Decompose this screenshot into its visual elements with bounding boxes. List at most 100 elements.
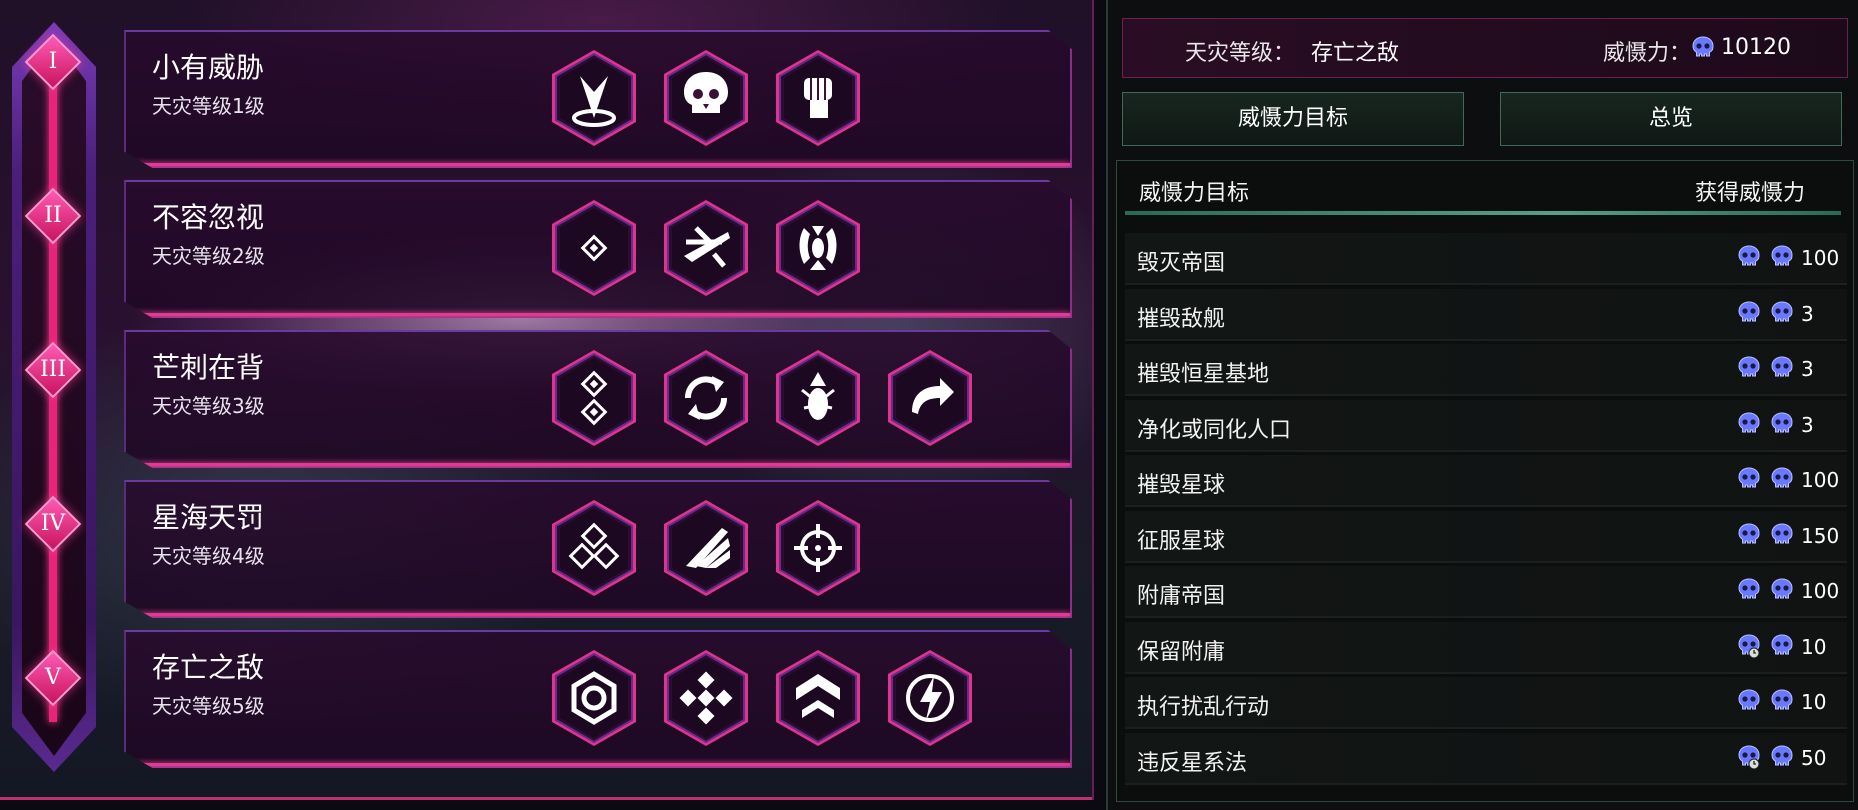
tier-card-1[interactable]: 小有威胁天灾等级1级: [124, 30, 1072, 168]
table-row[interactable]: 保留附庸 10: [1125, 621, 1847, 674]
target-name: 附庸帝国: [1137, 584, 1226, 609]
menace-gain-value: 3: [1801, 301, 1814, 326]
tier-gem-3[interactable]: III: [24, 341, 82, 399]
tier-gem-5[interactable]: V: [24, 649, 82, 707]
table-row[interactable]: 摧毁恒星基地 3: [1125, 344, 1847, 396]
tier-subtitle: 天灾等级4级: [152, 544, 265, 568]
skull-icon: [1769, 577, 1795, 607]
skull-icon: [1769, 244, 1795, 274]
table-row[interactable]: 摧毁星球 100: [1125, 455, 1847, 507]
tier-subtitle: 天灾等级5级: [152, 694, 265, 718]
table-row[interactable]: 执行扰乱行动 10: [1125, 677, 1847, 729]
tier-card-4[interactable]: 星海天罚天灾等级4级: [124, 480, 1072, 618]
target-name: 净化或同化人口: [1137, 417, 1292, 443]
skull-timed-icon: [1736, 744, 1762, 774]
menace-gain-value: 3: [1801, 357, 1814, 381]
skull-icon: [1769, 466, 1795, 496]
tier-subtitle: 天灾等级3级: [152, 394, 265, 418]
skull-icon: [1769, 355, 1795, 385]
tier-numeral: III: [39, 357, 67, 382]
skull-icon: [1769, 522, 1795, 552]
skull-icon: [1769, 411, 1795, 441]
tier-title: 不容忽视: [152, 201, 265, 234]
target-name: 毁灭帝国: [1137, 251, 1226, 276]
tier-numeral: II: [44, 203, 62, 228]
spike-target-icon[interactable]: [550, 48, 638, 148]
tier-gem-4[interactable]: IV: [24, 495, 82, 553]
double-diamond-icon[interactable]: [550, 348, 638, 448]
menace-gain-value: 100: [1801, 246, 1839, 270]
tier-numeral: V: [45, 665, 61, 690]
crisis-level-label: 天灾等级：: [1185, 41, 1296, 66]
col-gain-header: 获得威慑力: [1694, 181, 1805, 206]
bomb-icon[interactable]: [774, 348, 862, 448]
skull-icon: [1736, 577, 1762, 607]
target-name: 保留附庸: [1137, 639, 1226, 665]
tier-gem-1[interactable]: I: [24, 33, 82, 91]
menace-skull-icon: [1690, 35, 1716, 65]
table-row[interactable]: 摧毁敌舰 3: [1125, 288, 1847, 341]
target-name: 征服星球: [1137, 528, 1226, 554]
cycle-arrows-icon[interactable]: [662, 348, 750, 448]
tier-gem-2[interactable]: II: [24, 187, 82, 245]
target-name: 执行扰乱行动: [1137, 695, 1270, 720]
triple-diamond-icon[interactable]: [550, 498, 638, 598]
table-row[interactable]: 征服星球 150: [1125, 510, 1847, 563]
menace-targets-table: 威慑力目标 获得威慑力 毁灭帝国 100 摧毁敌舰 3 摧毁恒星基地 3 净化或同化人口 3 摧…: [1116, 160, 1854, 802]
lightning-icon[interactable]: [886, 648, 974, 748]
table-row[interactable]: 毁灭帝国 100: [1125, 233, 1847, 285]
menace-gain-value: 3: [1801, 412, 1814, 437]
chevron-rank-icon[interactable]: [774, 648, 862, 748]
target-name: 摧毁恒星基地: [1137, 362, 1270, 387]
crosshair-icon[interactable]: [774, 498, 862, 598]
skull-icon[interactable]: [662, 48, 750, 148]
skull-icon: [1736, 411, 1762, 441]
col-target-header: 威慑力目标: [1139, 181, 1250, 206]
tier-divider: [126, 613, 1070, 616]
table-header: 威慑力目标 获得威慑力: [1117, 161, 1853, 223]
claw-swipe-icon[interactable]: [662, 498, 750, 598]
hexagon-shield-icon[interactable]: [550, 648, 638, 748]
tier-numeral: IV: [40, 511, 66, 536]
redirect-arrow-icon[interactable]: [886, 348, 974, 448]
table-row[interactable]: 净化或同化人口 3: [1125, 399, 1847, 452]
tier-subtitle: 天灾等级1级: [152, 94, 265, 118]
tier-card-5[interactable]: 存亡之敌天灾等级5级: [124, 630, 1072, 768]
quad-diamond-icon[interactable]: [662, 648, 750, 748]
target-name: 摧毁敌舰: [1137, 306, 1226, 332]
table-row[interactable]: 违反星系法 50: [1125, 732, 1847, 785]
header-divider: [1125, 211, 1841, 215]
fist-icon[interactable]: [774, 48, 862, 148]
tier-subtitle: 天灾等级2级: [152, 244, 265, 268]
menace-panel: 天灾等级： 存亡之敌 威慑力： 10120 威慑力目标 总览 威慑力目标 获得威…: [1106, 0, 1858, 810]
tier-title: 存亡之敌: [152, 651, 265, 684]
crisis-level-value: 存亡之敌: [1311, 41, 1400, 66]
skull-icon: [1769, 300, 1795, 330]
skull-timed-icon: [1736, 633, 1762, 663]
skull-icon: [1736, 688, 1762, 718]
tier-card-3[interactable]: 芒刺在背 天灾等级3级: [124, 330, 1072, 468]
tier-numeral: I: [48, 49, 58, 74]
skull-icon: [1769, 744, 1795, 774]
tier-divider: [126, 463, 1070, 466]
menace-gain-value: 150: [1801, 523, 1839, 548]
skull-icon: [1736, 244, 1762, 274]
tier-title: 小有威胁: [152, 51, 265, 84]
target-name: 摧毁星球: [1137, 473, 1226, 498]
tier-title: 星海天罚: [152, 501, 265, 534]
skull-icon: [1769, 633, 1795, 663]
small-diamond-icon[interactable]: [550, 198, 638, 298]
slash-strike-icon[interactable]: [662, 198, 750, 298]
skull-icon: [1736, 466, 1762, 496]
tier-divider: [126, 763, 1070, 766]
menace-gain-value: 100: [1801, 468, 1839, 492]
tab-overview[interactable]: 总览: [1500, 92, 1842, 146]
tier-divider: [126, 163, 1070, 166]
menace-value: 10120: [1721, 35, 1791, 60]
tier-card-2[interactable]: 不容忽视天灾等级2级: [124, 180, 1072, 318]
menace-gain-value: 50: [1801, 745, 1827, 770]
table-row[interactable]: 附庸帝国 100: [1125, 566, 1847, 618]
menace-label: 威慑力：: [1603, 41, 1692, 66]
claws-icon[interactable]: [774, 198, 862, 298]
tab-menace-targets[interactable]: 威慑力目标: [1122, 92, 1464, 146]
